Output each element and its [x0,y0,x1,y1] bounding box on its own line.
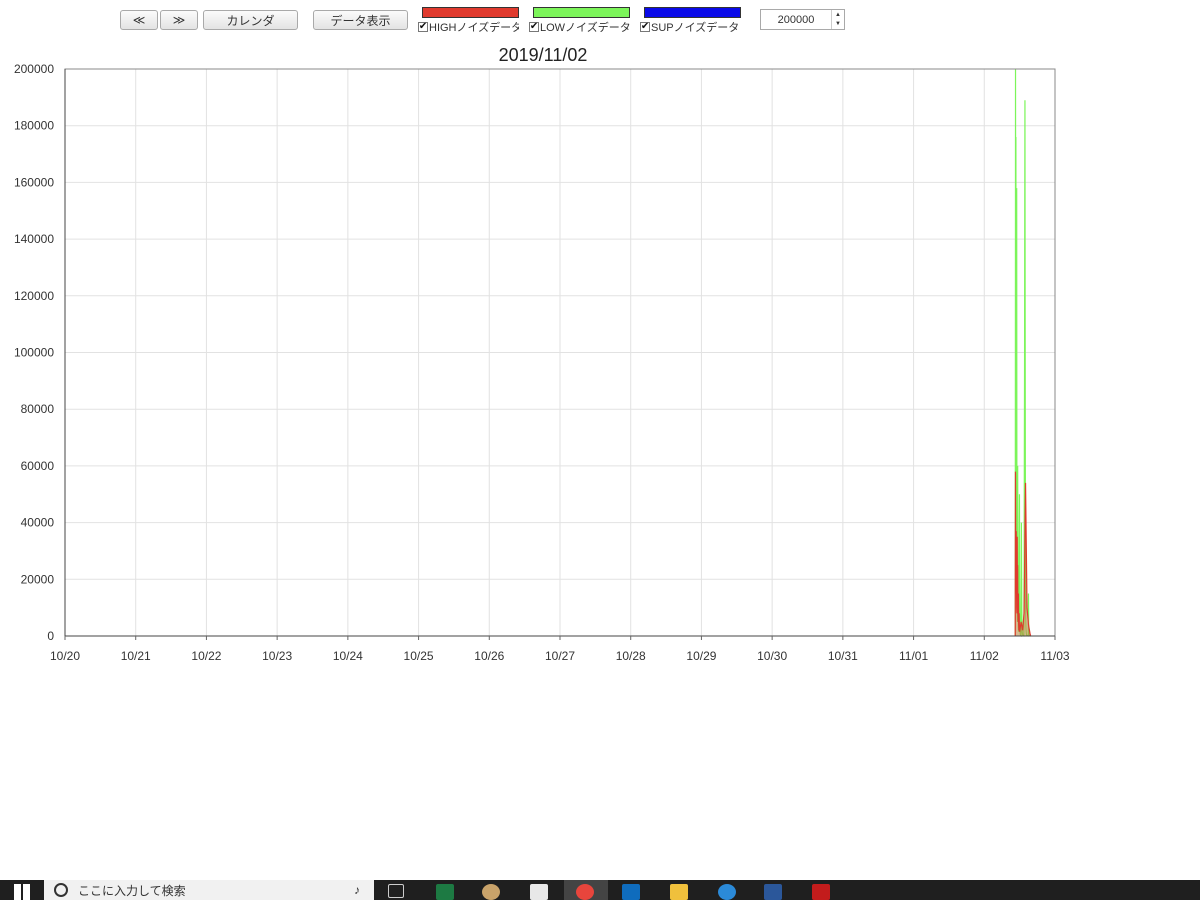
y-tick-label: 100000 [14,346,54,360]
x-tick-label: 10/20 [50,649,80,663]
folder-icon[interactable] [670,884,688,900]
taskbar-search[interactable]: ここに入力して検索 ♪ [44,880,374,900]
y-tick-label: 120000 [14,289,54,303]
x-tick-label: 10/23 [262,649,292,663]
x-tick-label: 10/24 [333,649,363,663]
x-tick-label: 11/01 [899,649,928,663]
x-tick-label: 11/02 [970,649,999,663]
task-view-icon[interactable] [388,884,404,898]
chrome-icon[interactable] [576,884,594,900]
store-icon[interactable] [530,884,548,900]
search-icon [54,883,68,897]
y-tick-label: 80000 [21,402,55,416]
noise-chart: 2019/11/02 20000018000016000014000012000… [14,45,1070,663]
x-tick-label: 10/27 [545,649,575,663]
y-tick-label: 60000 [21,459,55,473]
x-tick-label: 10/25 [404,649,434,663]
x-tick-label: 11/03 [1040,649,1069,663]
y-tick-label: 40000 [21,516,55,530]
x-tick-label: 10/21 [121,649,151,663]
search-placeholder: ここに入力して検索 [78,883,186,898]
y-tick-label: 180000 [14,119,54,133]
microphone-icon[interactable]: ♪ [354,883,360,897]
windows-start-icon[interactable] [14,884,30,900]
excel-icon[interactable] [436,884,454,900]
word-icon[interactable] [764,884,782,900]
acrobat-icon[interactable] [812,884,830,900]
x-tick-label: 10/30 [757,649,787,663]
x-tick-label: 10/28 [616,649,646,663]
y-tick-label: 200000 [14,62,54,76]
x-tick-label: 10/31 [828,649,858,663]
windows-taskbar: ここに入力して検索 ♪ [0,880,1200,900]
outlook-icon[interactable] [622,884,640,900]
ie-icon[interactable] [718,884,736,900]
paint-icon[interactable] [482,884,500,900]
x-tick-label: 10/29 [686,649,716,663]
x-tick-label: 10/26 [474,649,504,663]
x-tick-label: 10/22 [191,649,221,663]
y-tick-label: 20000 [21,572,55,586]
y-tick-label: 160000 [14,175,54,189]
y-tick-label: 140000 [14,232,54,246]
y-tick-label: 0 [47,629,54,643]
chart-title: 2019/11/02 [499,45,588,65]
